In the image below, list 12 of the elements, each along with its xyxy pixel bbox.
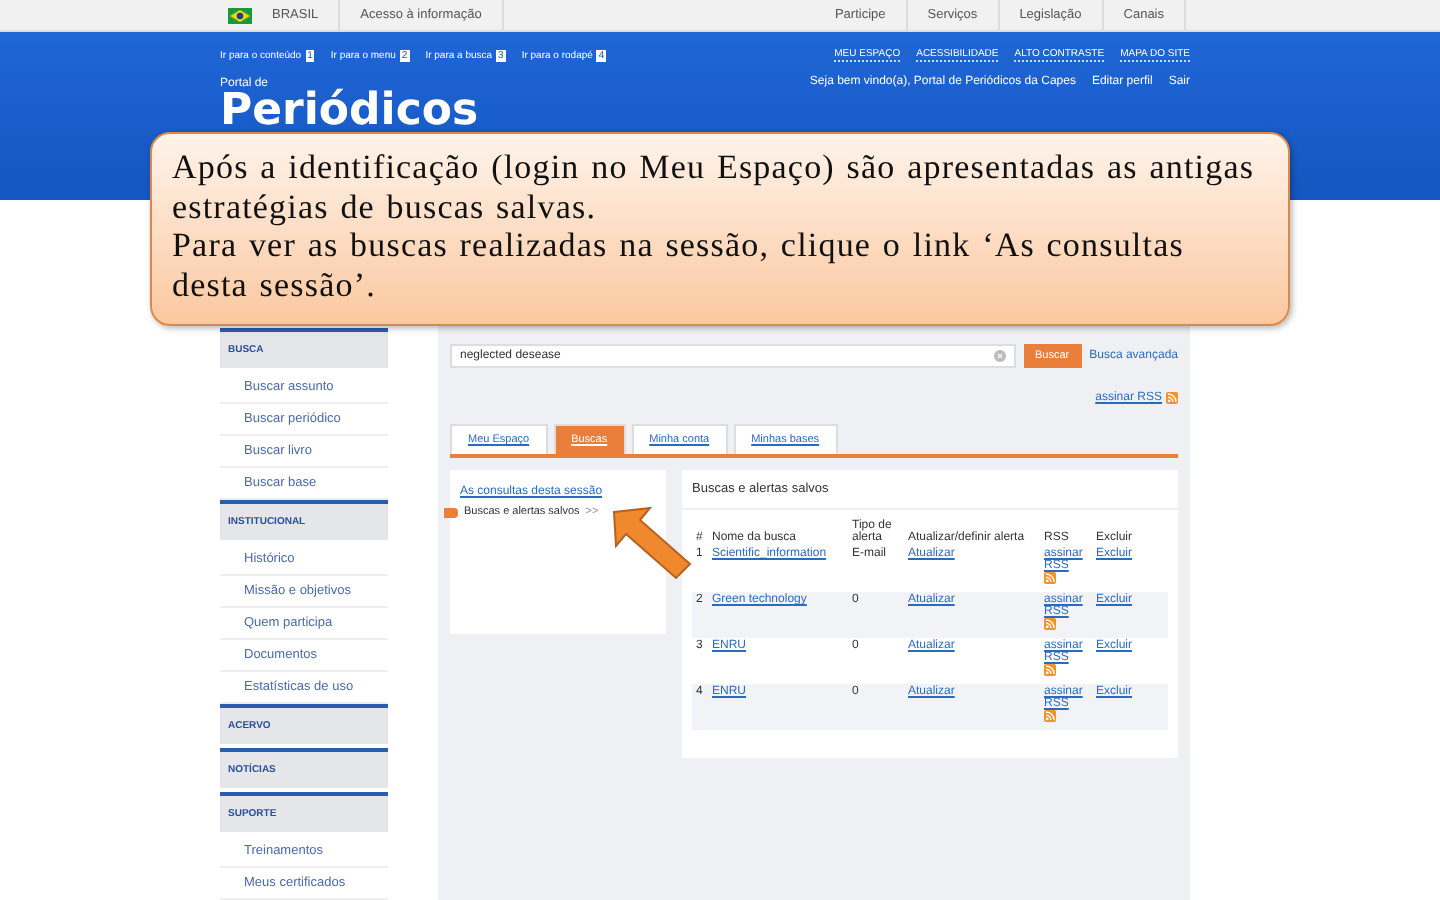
portal-title: Periódicos [220, 90, 481, 134]
rss-icon [1166, 392, 1178, 404]
pointer-arrow [610, 504, 694, 584]
clear-icon[interactable] [993, 350, 1005, 362]
flag-icon [228, 7, 252, 23]
rss-icon [1044, 618, 1056, 630]
callout-text: Após a identificação (login no Meu Espaço) são apresentadas as antigas estratégias de buscas salvas. [172, 148, 1257, 226]
rss-icon [1044, 572, 1056, 584]
bullet-icon [444, 507, 458, 517]
rss-icon [1044, 664, 1056, 676]
callout-text: Para ver as buscas realizadas na sessão, clique o link ‘As consultas desta sessão’. [172, 226, 1186, 304]
rss-icon [1044, 710, 1056, 722]
